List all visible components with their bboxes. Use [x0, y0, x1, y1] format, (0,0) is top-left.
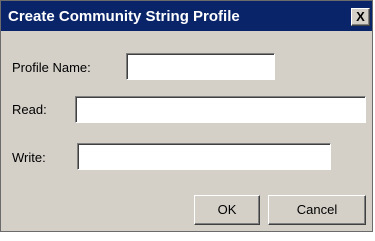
read-label: Read:: [12, 102, 47, 117]
ok-button[interactable]: OK: [194, 195, 260, 225]
profile-name-label: Profile Name:: [12, 60, 91, 75]
write-label: Write:: [12, 150, 46, 165]
close-icon: X: [356, 9, 365, 24]
cancel-button[interactable]: Cancel: [268, 195, 366, 225]
close-button[interactable]: X: [351, 8, 370, 26]
profile-name-input[interactable]: [126, 53, 275, 80]
write-input[interactable]: [77, 143, 331, 170]
read-input[interactable]: [75, 96, 366, 123]
dialog-title: Create Community String Profile: [8, 8, 240, 25]
title-bar[interactable]: Create Community String Profile X: [1, 1, 372, 31]
create-community-string-profile-dialog: Create Community String Profile X Profil…: [0, 0, 373, 232]
